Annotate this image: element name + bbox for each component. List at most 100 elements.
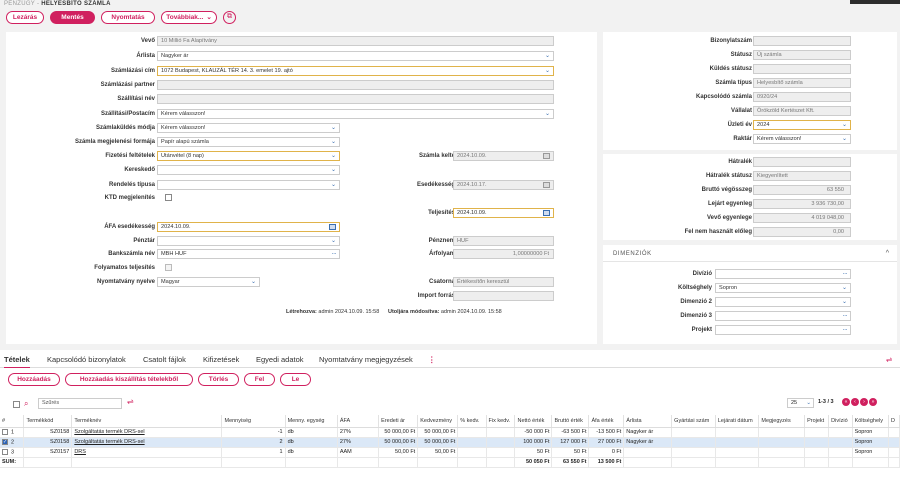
cell-cost: Sopron <box>852 437 889 448</box>
dimension2-select[interactable]: ⌄ <box>715 297 851 307</box>
bank-account-field[interactable]: MBH HUF... <box>157 249 340 259</box>
more-vertical-icon[interactable]: ⋮ <box>428 355 436 364</box>
cell-net: 50 Ft <box>514 447 553 458</box>
shipping-address-select[interactable]: Kérem válasszon! ⌄ <box>157 109 554 119</box>
warehouse-select[interactable]: Kérem válasszon! ⌄ <box>753 134 851 144</box>
cell-empty <box>804 427 830 438</box>
table-row[interactable]: 3 SZ0157 DRS 1 db AAM 50,00 Ft 50,00 Ft 50 Ft 50 … <box>0 447 900 458</box>
column-header[interactable]: # <box>0 415 25 428</box>
cashbox-select[interactable]: ⌄ <box>157 236 340 246</box>
fiscal-year-select[interactable]: 2024 ⌄ <box>753 120 851 130</box>
division-field[interactable]: ... <box>715 269 851 279</box>
column-header[interactable]: % kedv. <box>457 415 487 428</box>
column-header[interactable]: Bruttó érték <box>551 415 590 428</box>
cell-empty <box>623 457 673 468</box>
row-select-cell: 1 <box>0 427 25 438</box>
column-header[interactable]: Áfa érték <box>588 415 625 428</box>
dimension3-field[interactable]: ... <box>715 311 851 321</box>
add-button[interactable]: Hozzáadás <box>8 373 60 386</box>
column-header[interactable]: Nettó érték <box>514 415 553 428</box>
calendar-icon[interactable] <box>543 210 550 216</box>
row-checkbox[interactable] <box>2 428 8 435</box>
column-header[interactable]: Termékkód <box>23 415 73 428</box>
column-header[interactable]: Mennyiség <box>221 415 286 428</box>
cell-name[interactable]: Szolgáltatás termék DRS-sel <box>71 437 223 448</box>
fiscal-year-label: Üzleti év <box>727 122 752 128</box>
column-header[interactable]: Divízió <box>828 415 853 428</box>
breadcrumb-section[interactable]: PÉNZÜGY <box>4 1 35 7</box>
more-dots-icon[interactable]: ... <box>332 250 337 257</box>
column-header[interactable]: Terméknév <box>71 415 223 428</box>
prev-page-icon[interactable]: ‹ <box>851 398 859 406</box>
cell-qty: 2 <box>221 437 286 448</box>
tab-print-notes[interactable]: Nyomtatvány megjegyzések <box>319 355 413 364</box>
clear-filter-icon[interactable]: ⌕ <box>24 399 28 409</box>
copy-icon[interactable]: ⧉ <box>223 10 236 24</box>
last-page-icon[interactable]: » <box>869 398 877 406</box>
vat-due-date-input[interactable]: 2024.10.09. <box>157 222 340 232</box>
save-button[interactable]: Mentés <box>50 10 95 24</box>
next-page-icon[interactable]: › <box>860 398 868 406</box>
document-number-label: Bizonylatszám <box>710 38 752 44</box>
row-checkbox[interactable]: ✓ <box>2 438 8 445</box>
close-button[interactable]: Lezárás <box>6 10 44 24</box>
fulfillment-date-input[interactable]: 2024.10.09. <box>453 208 554 218</box>
more-dots-icon[interactable]: ... <box>843 312 848 319</box>
cost-center-select[interactable]: Sopron ⌄ <box>715 283 851 293</box>
column-header[interactable]: ÁFA <box>337 415 380 428</box>
merchant-select[interactable]: ⌄ <box>157 165 340 175</box>
toolbar: Lezárás Mentés Nyomtatás Továbbiak... ⌄ ⧉ <box>6 10 236 24</box>
order-type-select[interactable]: ⌄ <box>157 180 340 190</box>
column-header[interactable]: Lejárati dátum <box>715 415 760 428</box>
column-header[interactable]: D <box>888 415 900 428</box>
more-dots-icon[interactable]: ... <box>843 270 848 277</box>
invoice-page: PÉNZÜGY - HELYESBÍTŐ SZÁMLA Lezárás Ment… <box>0 0 900 483</box>
filter-input[interactable]: Szűrés <box>38 398 122 409</box>
add-from-delivery-button[interactable]: Hozzáadás kiszállítás tételekből <box>65 373 193 386</box>
print-button[interactable]: Nyomtatás <box>101 10 155 24</box>
column-header[interactable]: Árlista <box>623 415 673 428</box>
cell-name[interactable]: DRS <box>71 447 223 458</box>
select-all-checkbox[interactable] <box>13 401 20 408</box>
ktd-checkbox[interactable] <box>165 194 172 201</box>
calendar-icon[interactable] <box>329 224 336 230</box>
column-header[interactable]: Kedvezmény <box>417 415 459 428</box>
cell-name[interactable]: Szolgáltatás termék DRS-sel <box>71 427 223 438</box>
row-checkbox[interactable] <box>2 448 8 455</box>
more-dots-icon[interactable]: ... <box>843 326 848 333</box>
chevron-up-icon[interactable]: ^ <box>886 250 889 257</box>
tab-payments[interactable]: Kifizetések <box>203 355 239 364</box>
invoice-form-select[interactable]: Papír alapú számla ⌄ <box>157 137 340 147</box>
cell-empty <box>715 447 760 458</box>
pricelist-select[interactable]: Nagyker ár ⌄ <box>157 51 554 61</box>
print-language-select[interactable]: Magyar ⌄ <box>157 277 260 287</box>
column-header[interactable]: Menny. egység <box>285 415 338 428</box>
column-header[interactable]: Költséghely <box>852 415 889 428</box>
tab-related-documents[interactable]: Kapcsolódó bizonylatok <box>47 355 126 364</box>
column-header[interactable]: Eredeti ár <box>378 415 419 428</box>
page-size-select[interactable]: 25 ⌄ <box>787 398 814 408</box>
first-page-icon[interactable]: « <box>842 398 850 406</box>
project-field[interactable]: ... <box>715 325 851 335</box>
cell-gross: -63 500 Ft <box>551 427 590 438</box>
table-row[interactable]: ✓ 2 SZ0158 Szolgáltatás termék DRS-sel 2 db 27… <box>0 437 900 448</box>
invoice-date-input: 2024.10.09. <box>453 151 554 161</box>
cell-vat: 27% <box>337 427 380 438</box>
filter-toggle-icon[interactable]: ⇌ <box>127 397 134 406</box>
tab-custom-data[interactable]: Egyedi adatok <box>256 355 304 364</box>
column-header[interactable]: Megjegyzés <box>758 415 806 428</box>
payment-terms-select[interactable]: Utánvétel (8 nap) ⌄ <box>157 151 340 161</box>
table-row[interactable]: 1 SZ0158 Szolgáltatás termék DRS-sel -1 db 27… <box>0 427 900 438</box>
move-up-button[interactable]: Fel <box>244 373 275 386</box>
column-header[interactable]: Fix kedv. <box>486 415 516 428</box>
more-button[interactable]: Továbbiak... ⌄ <box>161 10 217 24</box>
delete-button[interactable]: Törlés <box>198 373 239 386</box>
billing-address-select[interactable]: 1072 Budapest, KLAUZÁL TÉR 14. 3. emelet… <box>157 66 554 76</box>
move-down-button[interactable]: Le <box>280 373 311 386</box>
send-mode-select[interactable]: Kérem válasszon! ⌄ <box>157 123 340 133</box>
tab-items[interactable]: Tételek <box>4 355 30 369</box>
tab-attached-files[interactable]: Csatolt fájlok <box>143 355 186 364</box>
column-header[interactable]: Projekt <box>804 415 830 428</box>
swap-icon[interactable]: ⇌ <box>886 355 892 364</box>
column-header[interactable]: Gyártási szám <box>671 415 716 428</box>
